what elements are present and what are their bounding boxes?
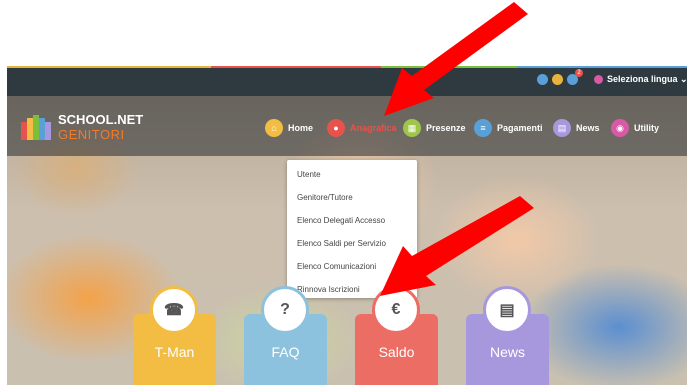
annotation-arrow-anagrafica bbox=[380, 2, 534, 296]
